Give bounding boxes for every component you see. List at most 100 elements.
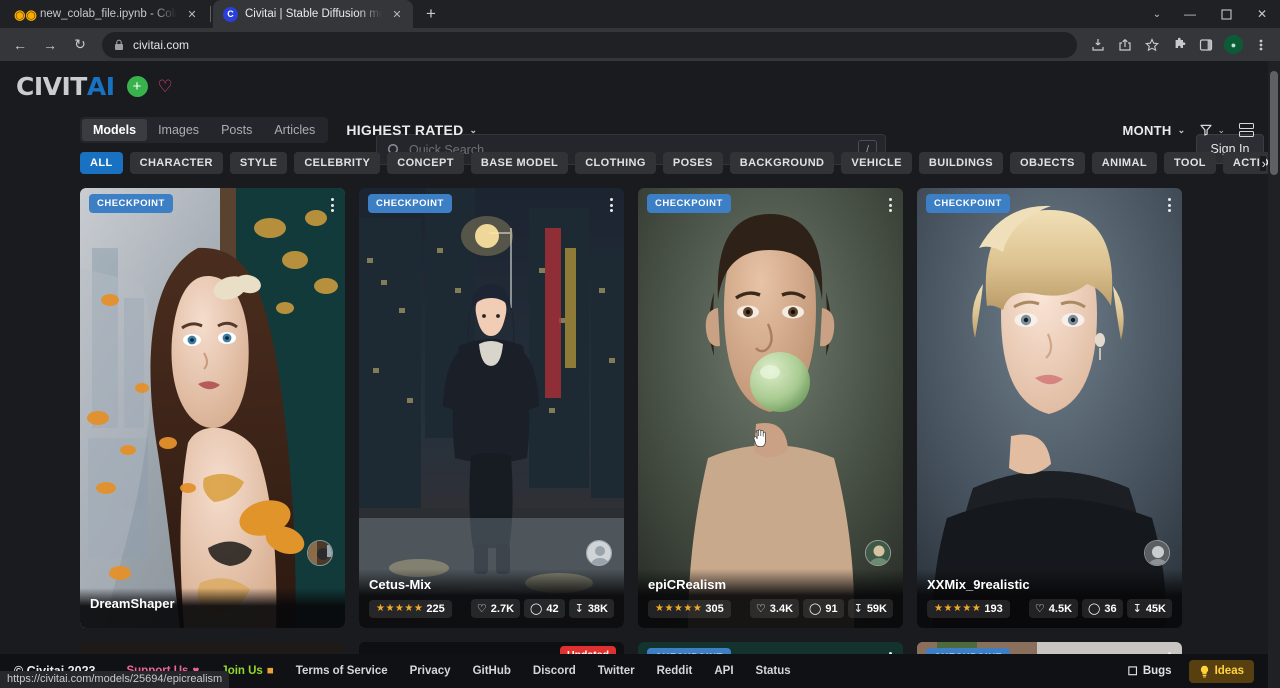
card-menu-icon[interactable] [1166, 196, 1173, 214]
creator-avatar[interactable] [1144, 540, 1170, 566]
downloads-count: 59K [867, 603, 887, 615]
likes-stat: ♡ 4.5K [1029, 599, 1078, 618]
heart-icon: ♡ [756, 602, 766, 615]
chip-vehicle[interactable]: VEHICLE [841, 152, 911, 174]
content-type-tabs: Models Images Posts Articles [80, 117, 328, 143]
model-card[interactable]: CHECKPOINT XXMix_9realistic ★★★★★ 193 [917, 188, 1182, 628]
downloads-stat: ↧ 59K [848, 599, 893, 618]
footer-link-privacy[interactable]: Privacy [399, 665, 462, 677]
chip-animal[interactable]: ANIMAL [1092, 152, 1157, 174]
tab-colab[interactable]: ◉◉ new_colab_file.ipynb - Colaborat ✕ [8, 0, 208, 28]
model-card[interactable]: CHECKPOINT DreamShaper [80, 188, 345, 628]
model-card[interactable]: CHECKPOINT epiCRealism ★★★★★ 305 ♡ [638, 188, 903, 628]
card-menu-icon[interactable] [887, 196, 894, 214]
site-header: CIVITAI + ♡ [0, 61, 1280, 112]
extensions-icon[interactable] [1166, 32, 1192, 58]
bug-icon: ☐ [1128, 664, 1138, 678]
engagement-stats: ♡ 2.7K ◯ 42 ↧ 38K [471, 599, 614, 618]
footer-link-api[interactable]: API [703, 665, 744, 677]
install-icon[interactable] [1085, 32, 1111, 58]
tab-articles[interactable]: Articles [263, 119, 326, 141]
forward-icon[interactable]: → [36, 31, 64, 59]
chip-objects[interactable]: OBJECTS [1010, 152, 1085, 174]
bugs-button[interactable]: ☐ Bugs [1121, 660, 1179, 682]
sort-value: HIGHEST RATED [346, 122, 463, 138]
model-title: DreamShaper [90, 596, 335, 611]
card-menu-icon[interactable] [329, 196, 336, 214]
comment-icon: ◯ [530, 602, 542, 615]
tab-models[interactable]: Models [82, 119, 147, 141]
address-bar[interactable]: civitai.com [102, 32, 1077, 58]
card-stats: ★★★★★ 193 ♡ 4.5K ◯ 36 [927, 599, 1172, 618]
period-dropdown[interactable]: MONTH ⌄ [1122, 123, 1185, 138]
tab-images[interactable]: Images [147, 119, 210, 141]
sub-navigation: Models Images Posts Articles HIGHEST RAT… [0, 112, 1280, 148]
maximize-button[interactable] [1208, 0, 1244, 28]
heart-icon[interactable]: ♡ [158, 78, 173, 95]
tab-posts[interactable]: Posts [210, 119, 263, 141]
chip-background[interactable]: BACKGROUND [730, 152, 835, 174]
ideas-button[interactable]: Ideas [1189, 660, 1254, 683]
create-button[interactable]: + [127, 76, 148, 97]
logo-civit: CIVIT [16, 72, 87, 101]
footer-link-status[interactable]: Status [745, 665, 802, 677]
civitai-logo[interactable]: CIVITAI [16, 72, 115, 101]
close-window-button[interactable]: ✕ [1244, 0, 1280, 28]
footer-link-terms[interactable]: Terms of Service [285, 665, 399, 677]
creator-avatar[interactable] [586, 540, 612, 566]
page-scrollbar[interactable] [1268, 61, 1280, 688]
card-menu-icon[interactable] [608, 196, 615, 214]
tab-civitai[interactable]: C Civitai | Stable Diffusion models, ✕ [213, 0, 413, 28]
share-icon[interactable] [1112, 32, 1138, 58]
model-title: XXMix_9realistic [927, 577, 1172, 592]
period-value: MONTH [1122, 123, 1171, 138]
close-icon[interactable]: ✕ [389, 6, 405, 22]
chip-base-model[interactable]: BASE MODEL [471, 152, 568, 174]
chip-all[interactable]: ALL [80, 152, 123, 174]
footer-link-github[interactable]: GitHub [462, 665, 522, 677]
chip-poses[interactable]: POSES [663, 152, 723, 174]
chip-character[interactable]: CHARACTER [130, 152, 223, 174]
card-artwork [638, 188, 903, 628]
back-icon[interactable]: ← [6, 31, 34, 59]
reload-icon[interactable]: ↻ [66, 31, 94, 59]
sort-dropdown[interactable]: HIGHEST RATED ⌄ [346, 122, 477, 138]
minimize-button[interactable]: — [1172, 0, 1208, 28]
bookmark-star-icon[interactable] [1139, 32, 1165, 58]
filter-dropdown[interactable]: ⌄ [1199, 123, 1225, 137]
stars-icon: ★★★★★ [376, 603, 423, 614]
toolbar-icons: ● [1085, 32, 1274, 58]
creator-avatar[interactable] [307, 540, 333, 566]
side-panel-icon[interactable] [1193, 32, 1219, 58]
footer-link-twitter[interactable]: Twitter [587, 665, 646, 677]
chip-concept[interactable]: CONCEPT [387, 152, 464, 174]
browser-window: ◉◉ new_colab_file.ipynb - Colaborat ✕ C … [0, 0, 1280, 688]
footer-link-discord[interactable]: Discord [522, 665, 587, 677]
chips-scroll-right-icon[interactable]: › [1260, 156, 1266, 171]
maximize-icon [1221, 9, 1232, 20]
chip-clothing[interactable]: CLOTHING [575, 152, 656, 174]
ideas-label: Ideas [1215, 665, 1244, 677]
downloads-stat: ↧ 45K [1127, 599, 1172, 618]
comments-stat: ◯ 42 [524, 599, 565, 618]
footer-link-reddit[interactable]: Reddit [646, 665, 704, 677]
chip-buildings[interactable]: BUILDINGS [919, 152, 1003, 174]
download-icon: ↧ [575, 602, 584, 615]
model-card[interactable]: CHECKPOINT Cetus-Mix ★★★★★ 225 ♡ [359, 188, 624, 628]
subnav-right-controls: MONTH ⌄ ⌄ [1122, 123, 1254, 138]
scrollbar-thumb[interactable] [1270, 71, 1278, 175]
close-icon[interactable]: ✕ [184, 6, 200, 22]
chip-celebrity[interactable]: CELEBRITY [294, 152, 380, 174]
profile-avatar[interactable]: ● [1224, 35, 1243, 54]
chrome-menu-icon[interactable] [1248, 32, 1274, 58]
card-footer: epiCRealism ★★★★★ 305 ♡ 3.4K [638, 569, 903, 628]
chip-tool[interactable]: TOOL [1164, 152, 1216, 174]
creator-avatar[interactable] [865, 540, 891, 566]
layout-toggle-button[interactable] [1239, 123, 1254, 137]
new-tab-button[interactable]: + [417, 0, 445, 28]
card-artwork [80, 188, 345, 628]
downloads-stat: ↧ 38K [569, 599, 614, 618]
chip-style[interactable]: STYLE [230, 152, 287, 174]
tab-search-chevron-down-icon[interactable]: ⌄ [1142, 0, 1172, 28]
badge-icon: ■ [267, 665, 274, 677]
